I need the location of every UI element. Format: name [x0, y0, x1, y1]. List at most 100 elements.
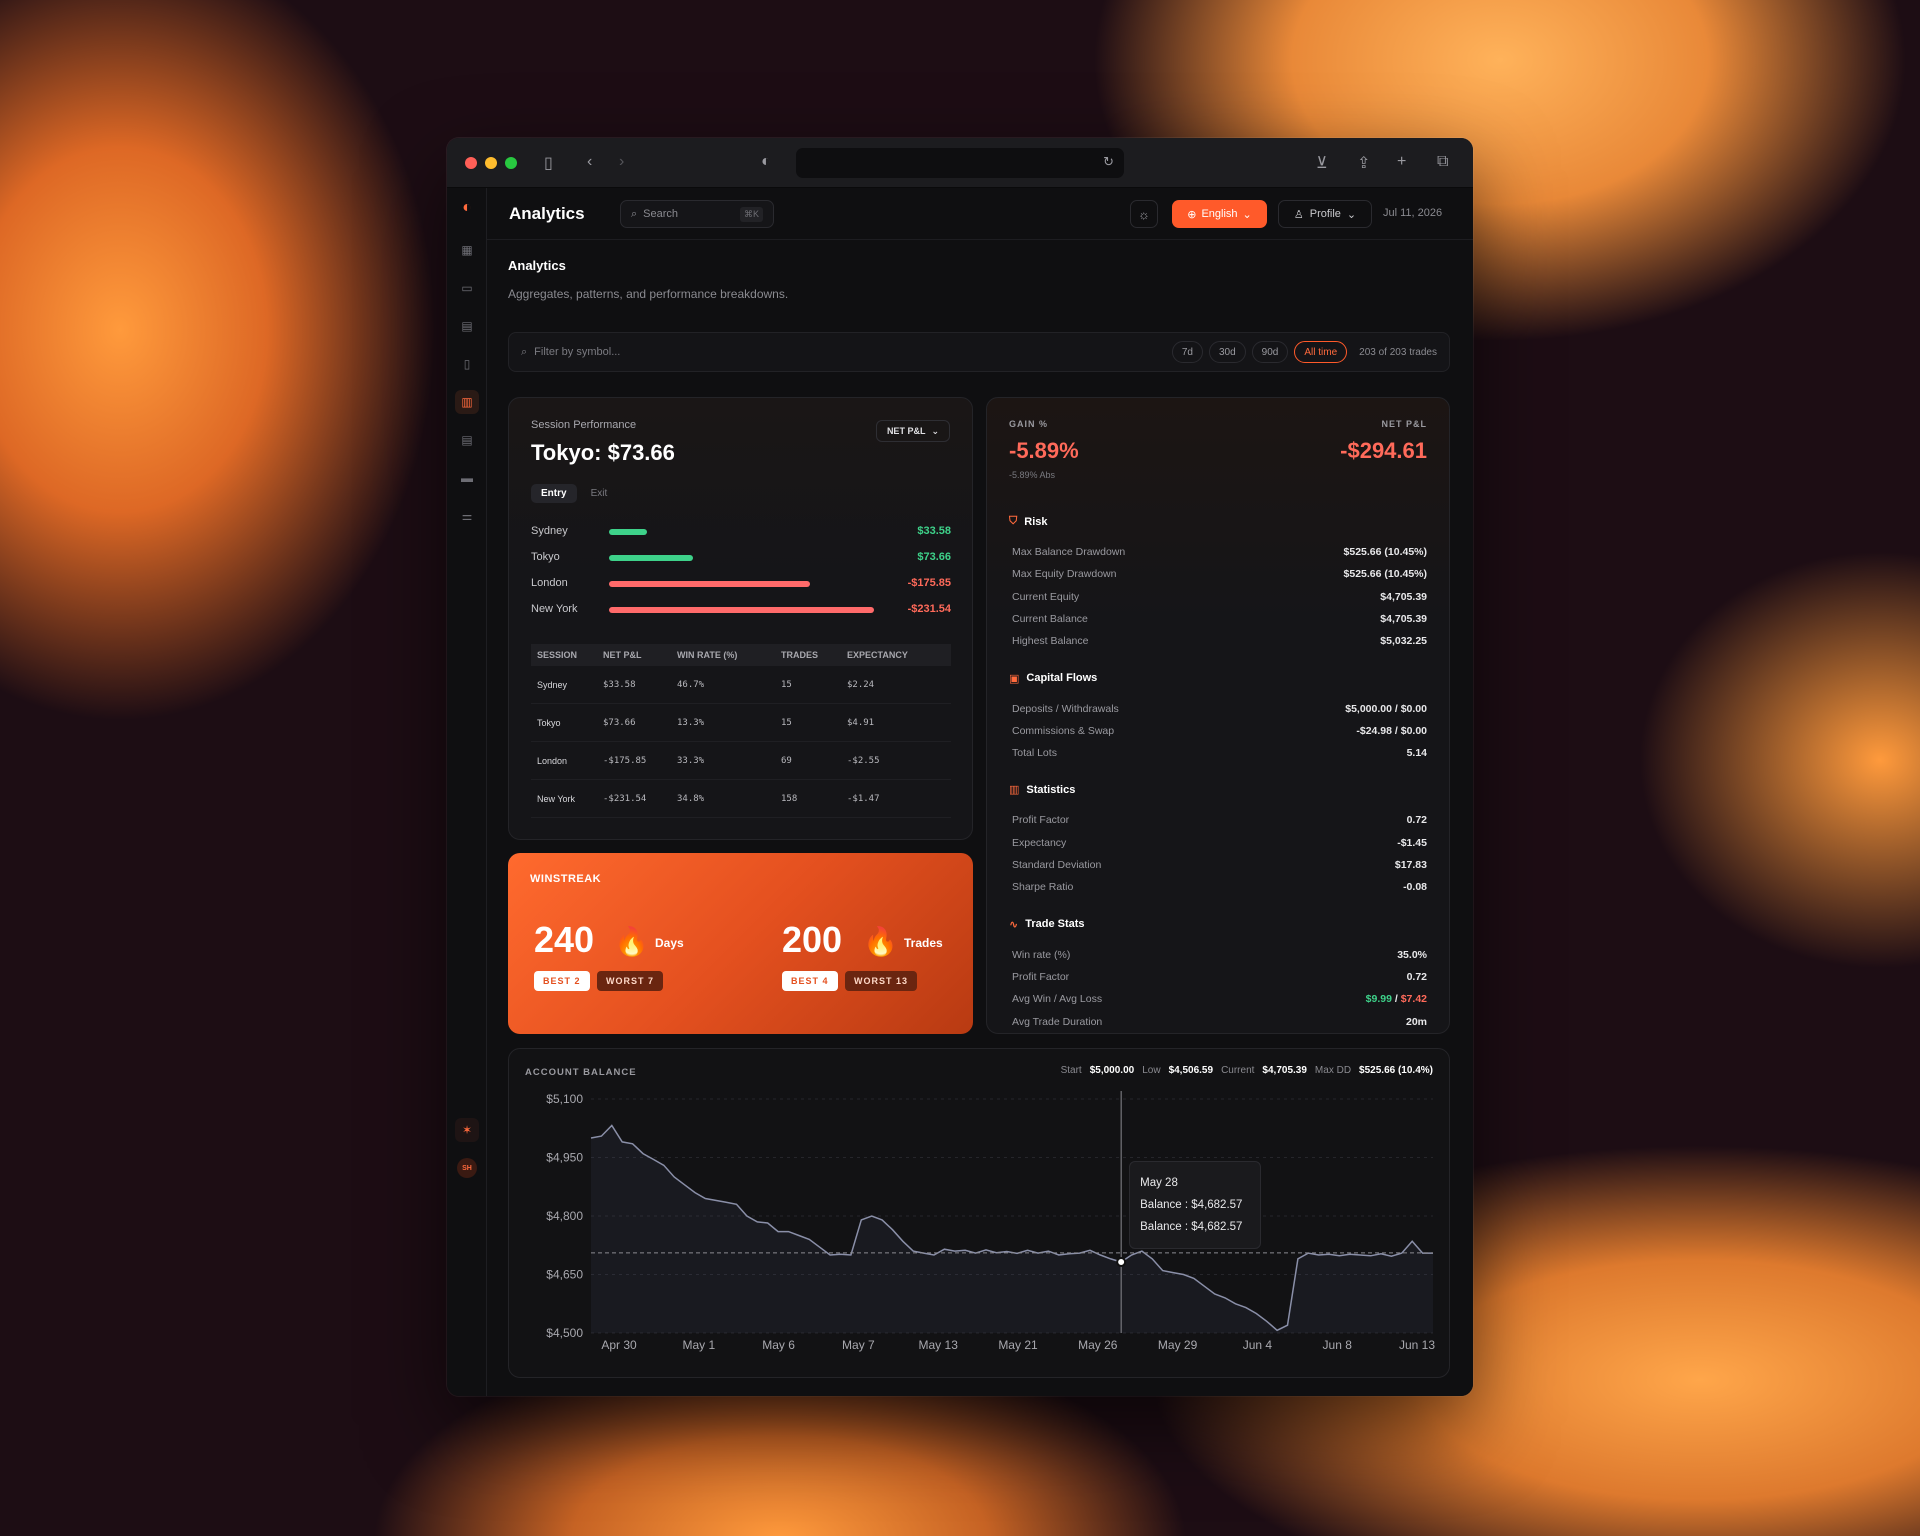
days-worst-badge: WORST 7 — [597, 971, 664, 991]
table-cell: 34.8% — [677, 793, 705, 804]
table-cell: New York — [537, 793, 576, 804]
metric-row: Avg Trade Duration 20m — [1012, 1016, 1427, 1028]
x-tick-label: Apr 30 — [601, 1338, 637, 1352]
metric-row: Commissions & Swap -$24.98 / $0.00 — [1012, 725, 1427, 737]
session-bar-row: Tokyo $73.66 — [531, 551, 951, 565]
x-tick-label: Jun 13 — [1399, 1338, 1435, 1352]
tab-exit[interactable]: Exit — [581, 484, 618, 503]
search-input[interactable]: ⌕ Search ⌘K — [620, 200, 774, 228]
column-header: EXPECTANCY — [847, 650, 908, 660]
metric-row: Profit Factor 0.72 — [1012, 971, 1427, 983]
address-bar[interactable]: ↻ — [796, 148, 1124, 178]
card-icon[interactable]: ▬ — [455, 466, 479, 490]
metric-row: Sharpe Ratio -0.08 — [1012, 881, 1427, 893]
metric-label: Avg Win / Avg Loss — [1012, 993, 1103, 1006]
metric-value: 35.0% — [1397, 948, 1427, 961]
table-cell: $33.58 — [603, 679, 636, 690]
table-cell: 33.3% — [677, 755, 705, 766]
activity-icon: ∿ — [1009, 918, 1019, 931]
flame-icon: 🔥 — [863, 926, 898, 957]
table-row[interactable]: Tokyo $73.66 13.3% 15 $4.91 — [531, 704, 951, 742]
metrics-card: GAIN % -5.89% -5.89% Abs NET P&L -$294.6… — [986, 397, 1450, 1034]
table-cell: $73.66 — [603, 717, 636, 728]
metric-row: Profit Factor 0.72 — [1012, 814, 1427, 826]
streak-days-value: 240 — [534, 919, 595, 960]
calendar-icon[interactable]: ▤ — [455, 314, 479, 338]
session-bar — [609, 555, 693, 561]
table-cell: 69 — [781, 755, 792, 766]
reload-icon[interactable]: ↻ — [1103, 154, 1114, 170]
browser-titlebar: ▯ ‹ › ◐ ↻ ⊻ ⇪ + ⧉ — [447, 138, 1473, 188]
account-balance-card: ACCOUNT BALANCE Start $5,000.00 Low $4,506… — [508, 1048, 1450, 1378]
netpl-label: NET P&L — [1381, 419, 1427, 429]
avg-separator: / — [1391, 993, 1401, 1006]
privacy-shield-icon[interactable]: ◐ — [761, 153, 771, 171]
y-tick-label: $4,500 — [546, 1326, 583, 1340]
chart-tooltip: May 28 Balance : $4,682.57 Balance : $4,… — [1129, 1161, 1262, 1249]
analytics-icon[interactable]: ▥ — [455, 390, 479, 414]
metric-label: NET P&L — [886, 426, 926, 436]
dashboard-icon[interactable]: ▦ — [455, 238, 479, 262]
sparkle-icon[interactable]: ✶ — [455, 1118, 479, 1142]
back-icon[interactable]: ‹ — [587, 153, 592, 171]
range-90d-button[interactable]: 90d — [1251, 341, 1289, 363]
language-button[interactable]: ⊕ English ⌄ — [1172, 200, 1267, 228]
forward-icon[interactable]: › — [619, 153, 624, 171]
column-header: SESSION — [537, 650, 578, 660]
x-tick-label: May 26 — [1078, 1338, 1118, 1352]
schedule-icon[interactable]: ▤ — [455, 428, 479, 452]
logo-icon[interactable]: ◐ — [455, 196, 479, 220]
session-bar-name: Tokyo — [531, 551, 560, 563]
session-table: SESSION NET P&L WIN RATE (%) TRADES EXPE… — [531, 644, 951, 818]
gain-abs: -5.89% Abs — [1009, 470, 1056, 480]
app-sidebar: ◐ ▦ ▭ ▤ ▯ ▥ ▤ ▬ ⚌ ✶ SH — [447, 188, 487, 1396]
language-label: English — [1201, 208, 1238, 220]
y-tick-label: $4,800 — [546, 1209, 583, 1223]
tab-overview-icon[interactable]: ⧉ — [1437, 153, 1448, 171]
wallet-icon: ▣ — [1009, 672, 1020, 685]
journal-icon[interactable]: ▯ — [455, 352, 479, 376]
search-placeholder: Search — [643, 208, 679, 220]
metric-value: $17.83 — [1394, 859, 1427, 871]
avatar[interactable]: SH — [455, 1156, 479, 1180]
share-icon[interactable]: ⇪ — [1357, 153, 1370, 173]
range-7d-button[interactable]: 7d — [1171, 341, 1203, 363]
close-window-button[interactable] — [465, 156, 477, 169]
shield-icon: ⛉ — [1009, 515, 1018, 527]
minimize-window-button[interactable] — [485, 156, 497, 169]
metric-select-button[interactable]: NET P&L ⌄ — [875, 420, 950, 442]
tab-entry[interactable]: Entry — [531, 484, 577, 503]
maximize-window-button[interactable] — [505, 156, 517, 169]
flame-icon: 🔥 — [614, 926, 649, 957]
page-title: Analytics — [508, 258, 566, 273]
balance-chart[interactable]: $5,100 $4,950 $4,800 $4,650 $4,500 Apr 30 May … — [509, 1049, 1451, 1379]
range-30d-button[interactable]: 30d — [1208, 341, 1246, 363]
x-tick-label: Jun 8 — [1323, 1338, 1353, 1352]
new-tab-icon[interactable]: + — [1397, 153, 1406, 171]
table-row[interactable]: Sydney $33.58 46.7% 15 $2.24 — [531, 666, 951, 704]
sidebar-toggle-icon[interactable]: ▯ — [544, 153, 553, 173]
metric-row: Avg Win / Avg Loss $9.99 / $7.42 — [1012, 993, 1427, 1005]
streak-trades-value: 200 — [782, 919, 843, 960]
download-icon[interactable]: ⊻ — [1316, 153, 1328, 173]
symbol-filter-input[interactable]: Filter by symbol... — [534, 346, 1166, 358]
session-bar-name: New York — [531, 603, 578, 615]
main-area: Analytics ⌕ Search ⌘K ☼ ⊕ English ⌄ ♙ Pr… — [487, 188, 1473, 1396]
sliders-icon[interactable]: ⚌ — [455, 504, 479, 528]
profile-button[interactable]: ♙ Profile ⌄ — [1278, 200, 1372, 228]
metric-label: Expectancy — [1012, 836, 1067, 849]
table-row[interactable]: New York -$231.54 34.8% 158 -$1.47 — [531, 780, 951, 818]
globe-icon: ⊕ — [1187, 208, 1197, 221]
folder-icon[interactable]: ▭ — [455, 276, 479, 300]
balance-area — [591, 1125, 1433, 1333]
trade-count: 203 of 203 trades — [1359, 346, 1437, 358]
table-row[interactable]: London -$175.85 33.3% 69 -$2.55 — [531, 742, 951, 780]
y-tick-label: $5,100 — [546, 1092, 583, 1106]
table-cell: Sydney — [537, 679, 568, 690]
range-all-time-button[interactable]: All time — [1294, 341, 1348, 363]
tooltip-line: Balance : $4,682.57 — [1140, 1221, 1243, 1233]
metric-value: 0.72 — [1406, 814, 1427, 827]
tooltip-date: May 28 — [1140, 1177, 1178, 1189]
theme-toggle-button[interactable]: ☼ — [1130, 200, 1158, 228]
session-bar — [609, 607, 874, 613]
